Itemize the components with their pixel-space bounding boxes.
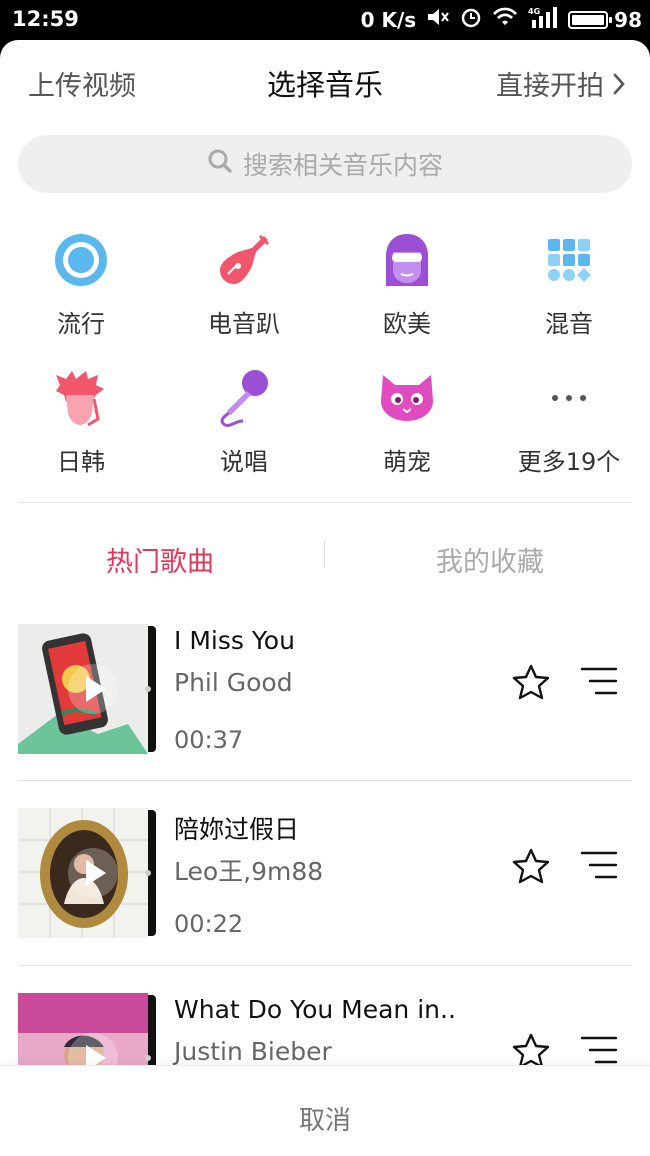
header: 上传视频 选择音乐 直接开拍 xyxy=(0,40,650,122)
song-row[interactable]: I Miss You Phil Good 00:37 xyxy=(0,624,650,809)
category-remix[interactable]: 混音 xyxy=(499,230,639,339)
spiky-hair-icon xyxy=(51,368,111,428)
divider xyxy=(18,965,632,966)
song-menu-icon[interactable] xyxy=(580,666,618,700)
song-title: I Miss You xyxy=(174,626,295,655)
wifi-icon xyxy=(492,7,518,32)
play-button[interactable] xyxy=(68,848,118,898)
album-cover[interactable] xyxy=(18,624,148,754)
song-artist: Phil Good xyxy=(174,668,293,697)
song-title: 陪妳过假日 xyxy=(174,815,300,844)
category-edm[interactable]: 电音趴 xyxy=(174,230,314,339)
song-artist: Leo王,9m88 xyxy=(174,857,324,886)
grid-dots-icon xyxy=(539,230,599,290)
search-placeholder: 搜索相关音乐内容 xyxy=(242,151,443,180)
vinyl-edge xyxy=(145,626,156,752)
play-icon xyxy=(86,676,106,702)
more-dots-icon xyxy=(539,368,599,428)
music-picker-sheet: 上传视频 选择音乐 直接开拍 搜索相关音乐内容 流行 电音趴 欧美 混音 日韩 … xyxy=(0,40,650,1156)
battery-icon xyxy=(568,10,613,29)
chevron-right-icon xyxy=(612,73,626,95)
favorite-star-icon[interactable] xyxy=(512,848,550,888)
shoot-directly-button[interactable]: 直接开拍 xyxy=(496,64,626,103)
alarm-icon xyxy=(460,6,482,33)
page-title: 选择音乐 xyxy=(266,68,383,102)
footer: 取消 xyxy=(0,1065,650,1156)
category-pop[interactable]: 流行 xyxy=(11,230,151,339)
shoot-directly-label: 直接开拍 xyxy=(496,71,604,102)
face-sunglasses-icon xyxy=(377,230,437,290)
tab-hot-songs[interactable]: 热门歌曲 xyxy=(0,540,320,579)
favorite-star-icon[interactable] xyxy=(512,664,550,704)
status-icons: 0 K/s 4G 98 xyxy=(361,6,642,33)
microphone-icon xyxy=(214,368,274,428)
divider xyxy=(18,502,632,503)
album-cover[interactable] xyxy=(18,808,148,938)
status-time: 12:59 xyxy=(12,7,79,31)
song-tabs: 热门歌曲 我的收藏 xyxy=(0,530,650,588)
tab-favorites[interactable]: 我的收藏 xyxy=(330,540,650,579)
upload-video-button[interactable]: 上传视频 xyxy=(28,64,136,103)
disc-icon xyxy=(51,230,111,290)
song-title: What Do You Mean in.. xyxy=(174,995,456,1024)
battery-indicator: 98 xyxy=(568,8,642,32)
net-speed: 0 K/s xyxy=(360,7,417,32)
category-western[interactable]: 欧美 xyxy=(337,230,477,339)
category-more[interactable]: 更多19个 xyxy=(499,368,639,477)
song-duration: 00:37 xyxy=(174,726,244,754)
song-menu-icon[interactable] xyxy=(580,850,618,884)
battery-level: 98 xyxy=(614,7,642,32)
guitar-icon xyxy=(214,230,274,290)
search-input[interactable]: 搜索相关音乐内容 xyxy=(18,135,632,193)
play-button[interactable] xyxy=(68,664,118,714)
search-icon xyxy=(207,148,233,180)
divider xyxy=(18,780,632,781)
category-rap[interactable]: 说唱 xyxy=(174,368,314,477)
status-bar: 12:59 0 K/s 4G 98 xyxy=(0,0,650,40)
network-type: 4G xyxy=(528,7,540,16)
song-menu-icon[interactable] xyxy=(580,1035,618,1069)
song-duration: 00:22 xyxy=(174,910,244,938)
mute-icon xyxy=(426,7,450,32)
category-pets[interactable]: 萌宠 xyxy=(337,368,477,477)
song-artist: Justin Bieber xyxy=(174,1037,332,1066)
cat-icon xyxy=(377,368,437,428)
cancel-button[interactable]: 取消 xyxy=(0,1100,650,1137)
signal-icon: 4G xyxy=(528,6,558,33)
category-jk[interactable]: 日韩 xyxy=(11,368,151,477)
vinyl-edge xyxy=(145,810,156,936)
tab-separator xyxy=(324,540,325,568)
play-icon xyxy=(86,860,106,886)
